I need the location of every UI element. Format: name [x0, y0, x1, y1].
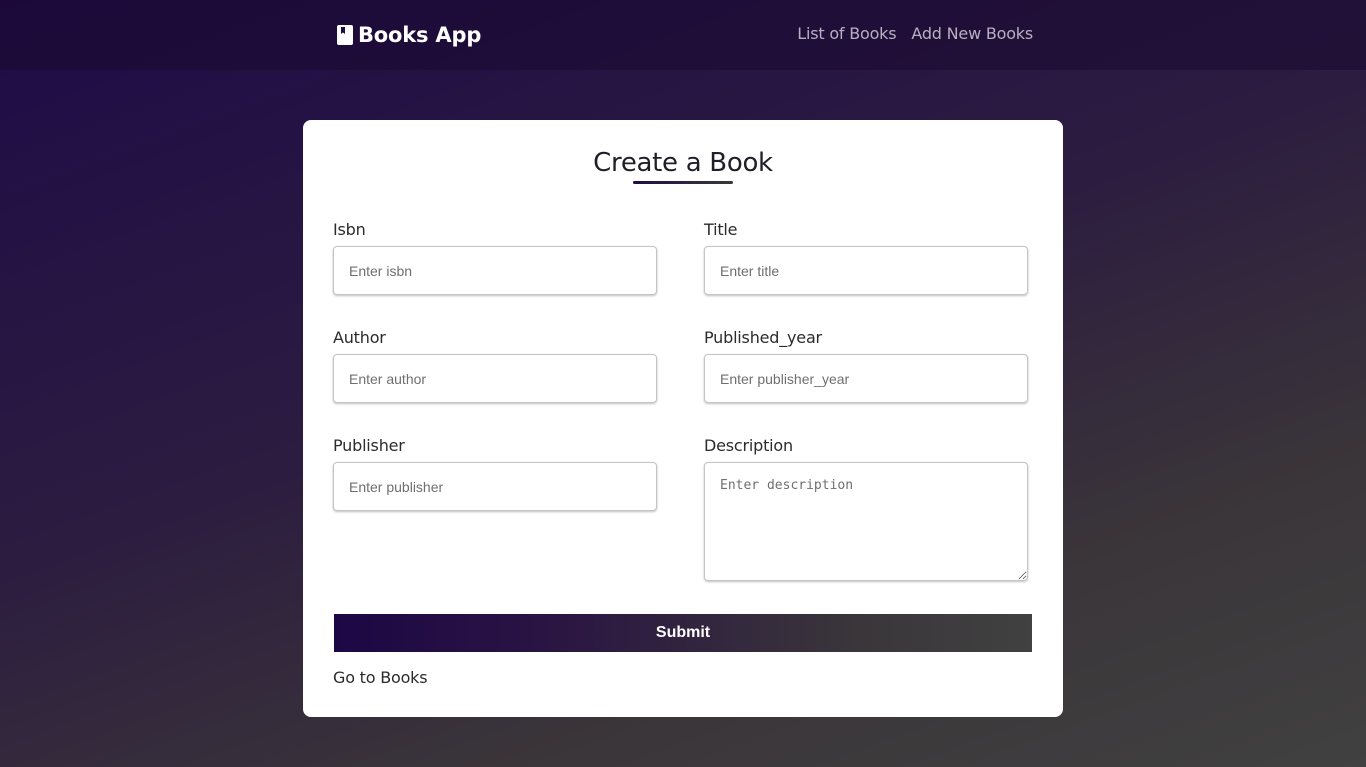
brand-label: Books App: [358, 23, 482, 47]
published-year-input[interactable]: [704, 354, 1028, 403]
published-year-label: Published_year: [704, 328, 822, 347]
go-to-books-link[interactable]: Go to Books: [333, 668, 428, 687]
title-underline: [633, 181, 733, 184]
top-navbar: Books App List of Books Add New Books: [0, 0, 1366, 70]
publisher-input[interactable]: [333, 462, 657, 511]
author-label: Author: [333, 328, 386, 347]
description-textarea[interactable]: [704, 462, 1028, 581]
isbn-label: Isbn: [333, 220, 366, 239]
author-input[interactable]: [333, 354, 657, 403]
description-label: Description: [704, 436, 793, 455]
page-title: Create a Book: [593, 148, 773, 178]
nav-links: List of Books Add New Books: [797, 24, 1033, 43]
title-label: Title: [704, 220, 738, 239]
isbn-input[interactable]: [333, 246, 657, 295]
nav-link-list-of-books[interactable]: List of Books: [797, 24, 896, 43]
brand-link[interactable]: Books App: [337, 21, 481, 49]
nav-link-add-new-books[interactable]: Add New Books: [911, 24, 1033, 43]
title-input[interactable]: [704, 246, 1028, 295]
book-icon: [337, 25, 353, 45]
submit-button[interactable]: Submit: [334, 614, 1032, 652]
publisher-label: Publisher: [333, 436, 405, 455]
